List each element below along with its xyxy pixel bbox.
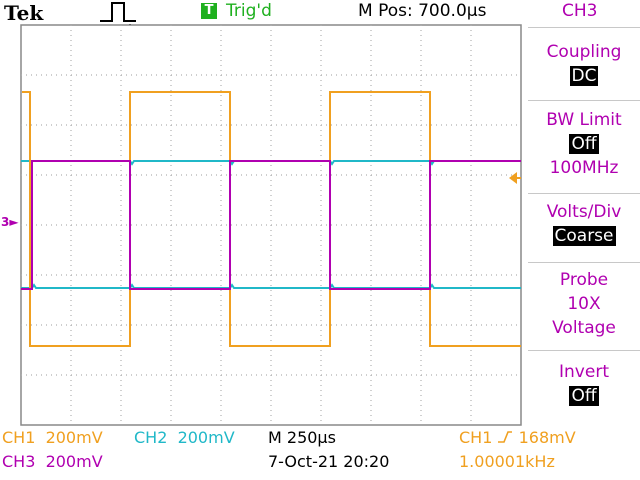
menu-divider (528, 100, 640, 101)
volts-div-value: Coarse (552, 226, 616, 246)
coupling-value: DC (569, 66, 599, 86)
ch3-scale-readout: CH3 200mV (2, 452, 103, 471)
menu-divider (528, 27, 640, 28)
menu-divider (528, 262, 640, 263)
date-time: 7-Oct-21 20:20 (268, 452, 390, 471)
probe-attenuation: 10X (567, 294, 601, 314)
bw-limit-value: Off (569, 134, 599, 154)
coupling-menu-button[interactable]: Coupling DC (528, 40, 640, 88)
invert-label: Invert (559, 362, 609, 382)
brand-logo: Tek (4, 1, 44, 25)
timebase-readout: M 250µs (268, 428, 336, 447)
frequency-readout: 1.00001kHz (459, 452, 555, 471)
bw-limit-menu-button[interactable]: BW Limit Off 100MHz (528, 108, 640, 180)
ch3-ground-marker: 3► (1, 215, 19, 229)
probe-label: Probe (559, 270, 609, 290)
horizontal-position: M Pos: 700.0µs (358, 1, 487, 21)
trigger-status-badge: T (201, 3, 217, 19)
menu-divider (528, 350, 640, 351)
trigger-status: Trig'd (226, 1, 272, 21)
volts-div-label: Volts/Div (546, 202, 622, 222)
trigger-readout: CH1 168mV (459, 428, 576, 447)
bw-limit-frequency: 100MHz (549, 158, 619, 178)
ch1-scale-readout: CH1 200mV (2, 428, 103, 447)
waveform-display (20, 24, 522, 426)
probe-type: Voltage (552, 318, 616, 338)
trigger-pulse-icon (100, 2, 136, 22)
bw-limit-label: BW Limit (546, 110, 622, 130)
menu-divider (528, 193, 640, 194)
menu-title: CH3 (562, 1, 598, 21)
status-bar-top: Tek T Trig'd M Pos: 700.0µs CH3 (0, 0, 640, 37)
invert-menu-button[interactable]: Invert Off (528, 360, 640, 408)
volts-div-menu-button[interactable]: Volts/Div Coarse (528, 200, 640, 248)
ch2-scale-readout: CH2 200mV (134, 428, 235, 447)
probe-menu-button[interactable]: Probe 10X Voltage (528, 268, 640, 340)
invert-value: Off (569, 386, 599, 406)
ch1-trigger-level-marker-icon (509, 172, 521, 184)
rising-edge-icon (498, 431, 513, 443)
coupling-label: Coupling (546, 42, 622, 62)
